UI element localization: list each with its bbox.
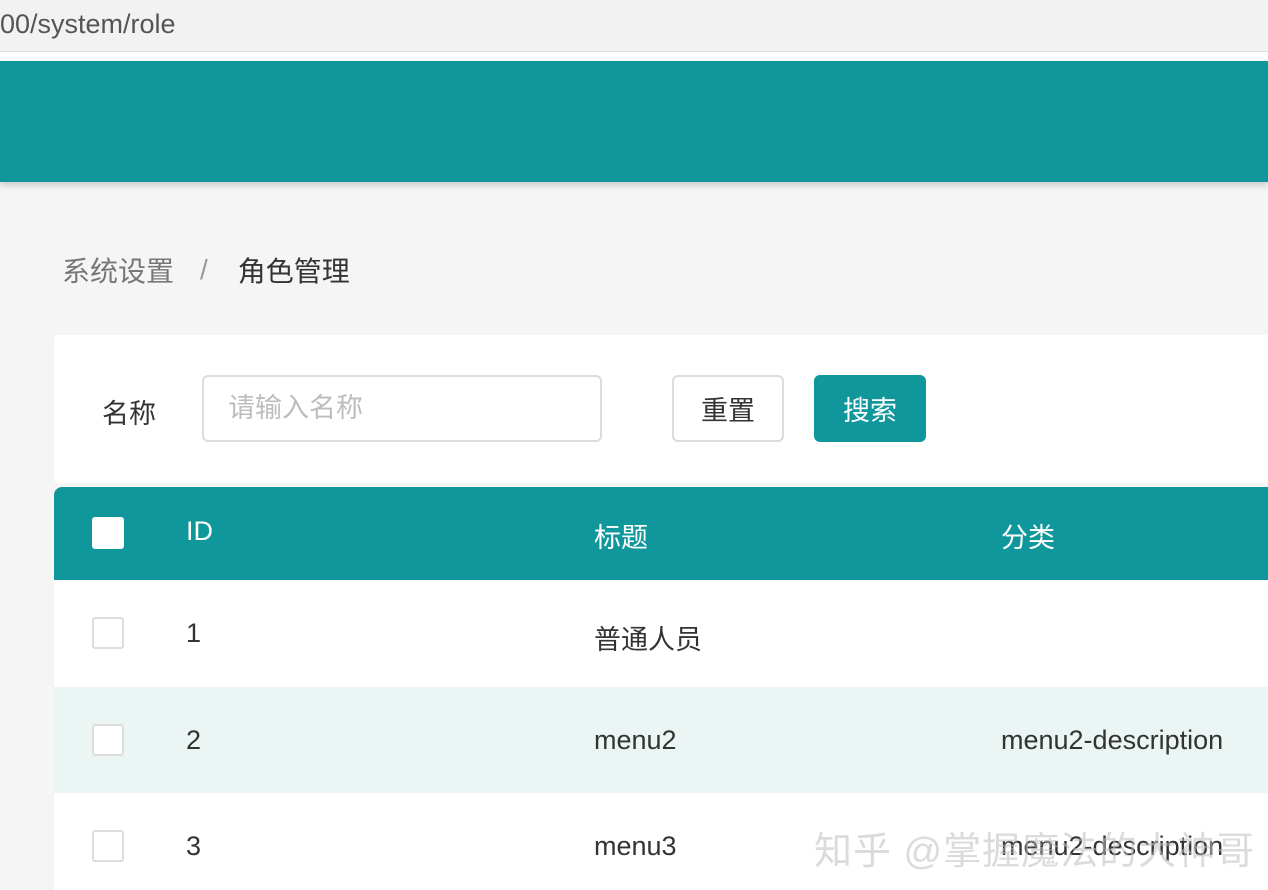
name-label: 名称	[102, 399, 156, 429]
table-row[interactable]: 1 普通人员	[54, 580, 1268, 686]
name-search-input[interactable]	[202, 375, 602, 442]
cell-title: menu2	[594, 725, 677, 755]
row-checkbox[interactable]	[92, 830, 124, 862]
cell-id: 1	[186, 618, 202, 648]
table-header: ID 标题 分类	[54, 487, 1268, 580]
url-text[interactable]: 00/system/role	[0, 9, 176, 40]
cell-id: 3	[186, 831, 202, 861]
cell-category: menu2-description	[1001, 725, 1224, 755]
cell-title: 普通人员	[594, 625, 702, 655]
search-button[interactable]: 搜索	[814, 375, 926, 442]
search-form: 名称 重置 搜索	[54, 335, 1268, 483]
column-header-id: ID	[186, 516, 213, 546]
column-header-category: 分类	[1001, 523, 1055, 553]
watermark: 知乎 @掌握魔法的大神哥	[814, 831, 1256, 873]
breadcrumb-item-role-management: 角色管理	[237, 256, 350, 287]
app-header	[0, 61, 1268, 182]
table-row[interactable]: 2 menu2 menu2-description	[54, 687, 1268, 793]
cell-id: 2	[186, 725, 202, 755]
row-checkbox[interactable]	[92, 617, 124, 649]
breadcrumb: 系统设置 / 角色管理	[62, 250, 350, 290]
row-checkbox[interactable]	[92, 724, 124, 756]
breadcrumb-separator: /	[200, 254, 208, 285]
breadcrumb-item-system-settings[interactable]: 系统设置	[62, 250, 174, 290]
reset-button[interactable]: 重置	[672, 375, 784, 442]
cell-title: menu3	[594, 831, 677, 861]
select-all-checkbox[interactable]	[92, 517, 124, 549]
column-header-title: 标题	[594, 523, 648, 553]
browser-address-bar[interactable]: 00/system/role	[0, 0, 1268, 52]
